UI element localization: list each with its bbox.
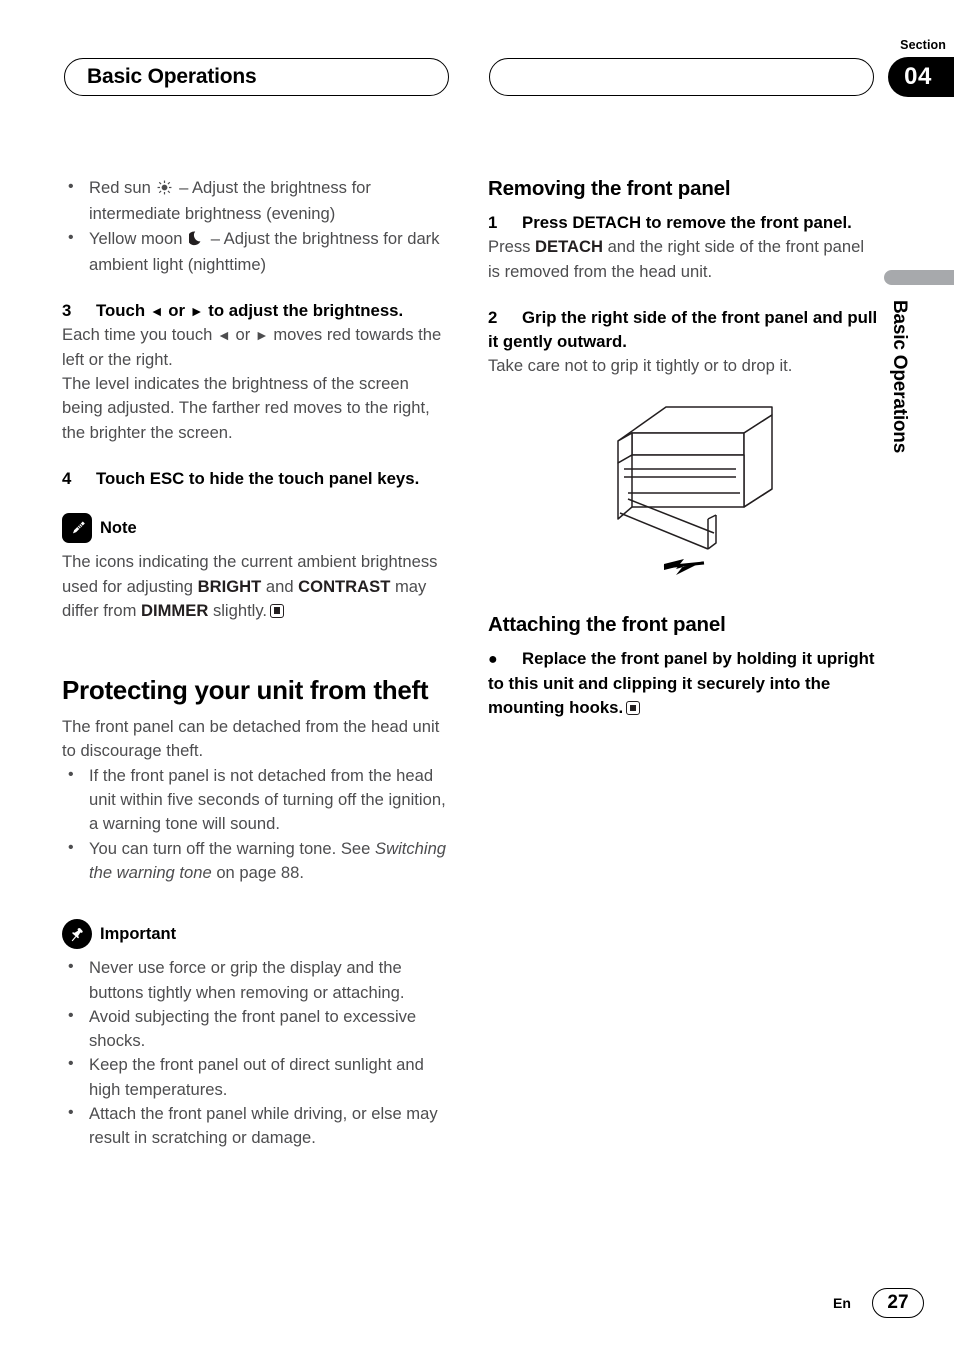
bullet-pre-text: Yellow moon xyxy=(89,228,183,248)
end-of-section-marker xyxy=(270,603,285,618)
step-text-or: or xyxy=(168,301,186,321)
theft-bullets: If the front panel is not detached from … xyxy=(62,763,452,886)
end-of-section-marker xyxy=(626,701,641,716)
note-label: Note xyxy=(100,518,137,537)
important-bullets: Never use force or grip the display and … xyxy=(62,955,452,1151)
attach-text: Replace the front panel by holding it up… xyxy=(488,648,875,718)
section-heading-theft: Protecting your unit from theft xyxy=(62,675,429,706)
step-2-heading: 2 Grip the right side of the front panel … xyxy=(488,306,878,355)
list-item: Red sun xyxy=(62,175,452,227)
section-number-badge: 04 xyxy=(888,57,954,97)
right-column: Removing the front panel 1 Press DETACH t… xyxy=(488,176,878,721)
header-title-pill: Basic Operations xyxy=(64,58,449,96)
pencil-icon xyxy=(62,513,92,544)
section-heading-attaching: Attaching the front panel xyxy=(488,612,726,636)
important-label: Important xyxy=(100,924,177,943)
section-number: 04 xyxy=(904,63,932,90)
direction-arrow-icon xyxy=(663,558,705,575)
arrow-right-icon: ► xyxy=(189,303,204,320)
bullet-post: on page 88. xyxy=(216,862,304,882)
step-3-body-line-1: Each time you touch ◄ or ► moves red tow… xyxy=(62,323,452,372)
note-text-2: and xyxy=(265,576,294,596)
step-text-post: to adjust the brightness. xyxy=(208,301,404,321)
list-item: Never use force or grip the display and … xyxy=(62,955,452,1005)
list-item: You can turn off the warning tone. See S… xyxy=(62,836,452,886)
arrow-left-icon: ◄ xyxy=(216,327,231,344)
attach-instruction: ● Replace the front panel by holding it u… xyxy=(488,647,878,721)
header-empty-pill xyxy=(489,58,874,96)
list-item: Keep the front panel out of direct sunli… xyxy=(62,1052,452,1102)
important-callout-header: Important xyxy=(62,919,452,950)
list-item: Yellow moon – Adjust the brightness for … xyxy=(62,226,452,278)
brightness-icon-bullets: Red sun xyxy=(62,175,452,278)
list-item: If the front panel is not detached from … xyxy=(62,763,452,837)
note-bold-contrast: CONTRAST xyxy=(298,576,391,596)
step-text: Touch ESC to hide the touch panel keys. xyxy=(96,468,420,488)
arrow-right-icon: ► xyxy=(254,327,269,344)
section-label: Section xyxy=(900,38,946,52)
step-text: Grip the right side of the front panel a… xyxy=(488,307,878,352)
filled-bullet-icon: ● xyxy=(488,650,498,668)
body-bold-detach: DETACH xyxy=(535,237,603,257)
sun-icon xyxy=(157,178,172,202)
step-number: 1 xyxy=(488,213,498,232)
step-number: 3 xyxy=(62,301,72,321)
body-or: or xyxy=(235,325,251,345)
left-column: Red sun xyxy=(62,175,452,1151)
step-3-body-line-2: The level indicates the brightness of th… xyxy=(62,374,430,442)
list-item: Avoid subjecting the front panel to exce… xyxy=(62,1004,452,1054)
theft-intro-text: The front panel can be detached from the… xyxy=(62,717,440,761)
head-unit-detach-illustration xyxy=(488,393,878,578)
pushpin-icon xyxy=(62,919,92,950)
bullet-pre-text: Red sun xyxy=(89,178,151,197)
step-1-heading: 1 Press DETACH to remove the front panel. xyxy=(488,211,878,235)
margin-tab-label: Basic Operations xyxy=(889,300,910,454)
note-text-4: slightly. xyxy=(212,600,268,620)
list-item: Attach the front panel while driving, or… xyxy=(62,1101,452,1151)
page-footer: En 27 xyxy=(0,1288,954,1322)
moon-icon xyxy=(187,229,204,253)
page-title: Basic Operations xyxy=(87,65,257,88)
arrow-left-icon: ◄ xyxy=(149,303,164,320)
margin-tab-bar xyxy=(884,270,954,285)
footer-language: En xyxy=(833,1295,851,1311)
step-2-body: Take care not to grip it tightly or to d… xyxy=(488,356,793,376)
step-text: Press DETACH to remove the front panel. xyxy=(522,213,852,232)
note-bold-dimmer: DIMMER xyxy=(141,600,209,620)
note-body: The icons indicating the current ambient… xyxy=(62,550,452,623)
body-pre: Press xyxy=(488,237,531,257)
step-number: 2 xyxy=(488,307,498,327)
footer-page-number: 27 xyxy=(872,1288,924,1318)
section-heading-removing: Removing the front panel xyxy=(488,177,731,200)
step-number: 4 xyxy=(62,468,72,488)
step-text-pre: Touch xyxy=(96,301,146,321)
document-page: Basic Operations Section 04 Basic Operat… xyxy=(0,0,954,1352)
step-3-heading: 3 Touch ◄ or ► to adjust the brightness. xyxy=(62,299,452,323)
step-1-body: Press DETACH and the right side of the f… xyxy=(488,235,878,284)
note-callout-header: Note xyxy=(62,513,452,544)
bullet-pre: You can turn off the warning tone. See xyxy=(89,838,371,858)
step-4-heading: 4 Touch ESC to hide the touch panel keys. xyxy=(62,467,452,491)
note-bold-bright: BRIGHT xyxy=(197,576,262,596)
body-pre: Each time you touch xyxy=(62,325,213,345)
